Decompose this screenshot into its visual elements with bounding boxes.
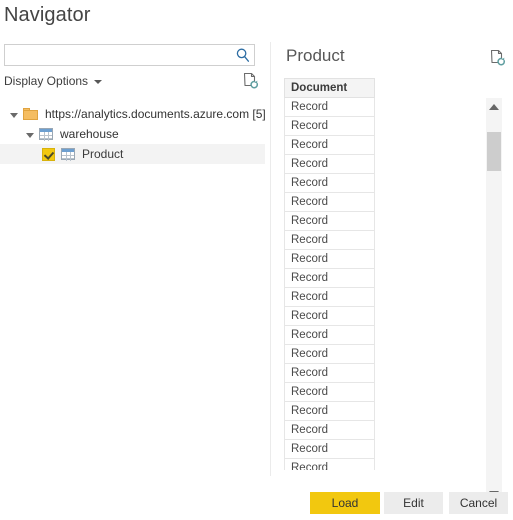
refresh-document-icon[interactable] (489, 49, 507, 69)
table-row[interactable]: Record (284, 306, 375, 326)
table-cell: Record (284, 344, 375, 364)
table-cell: Record (284, 401, 375, 421)
tree-item-product[interactable]: Product (0, 144, 265, 164)
navigator-tree: https://analytics.documents.azure.com [5… (0, 104, 266, 164)
scrollbar-up-button[interactable] (486, 98, 502, 115)
table-row[interactable]: Record (284, 268, 375, 288)
table-cell: Record (284, 135, 375, 155)
table-cell: Record (284, 211, 375, 231)
scrollbar-thumb[interactable] (487, 131, 501, 171)
table-row[interactable]: Record (284, 154, 375, 174)
edit-button[interactable]: Edit (384, 492, 443, 514)
tree-item-checkbox[interactable] (42, 147, 55, 161)
table-cell: Record (284, 230, 375, 250)
preview-table: Document Record Record Record Record Record R… (284, 78, 375, 470)
table-row[interactable]: Record (284, 211, 375, 231)
display-options-label: Display Options (4, 74, 89, 88)
table-cell: Record (284, 173, 375, 193)
chevron-up-icon (489, 103, 499, 110)
preview-table-container: Document Record Record Record Record Record R… (284, 78, 375, 470)
display-options-button[interactable]: Display Options (4, 74, 103, 88)
table-row[interactable]: Record (284, 344, 375, 364)
table-row[interactable]: Record (284, 420, 375, 440)
table-row[interactable]: Record (284, 116, 375, 136)
table-row[interactable]: Record (284, 382, 375, 402)
tree-expand-toggle[interactable] (10, 113, 18, 118)
folder-icon (23, 108, 38, 120)
table-cell: Record (284, 363, 375, 383)
tree-item-label: https://analytics.documents.azure.com [5… (45, 107, 266, 121)
dialog-footer: Load Edit Cancel (0, 486, 513, 520)
table-cell: Record (284, 306, 375, 326)
table-icon (61, 148, 75, 161)
tree-item-label: Product (82, 147, 124, 161)
tree-item-warehouse[interactable]: warehouse (0, 124, 265, 144)
table-cell: Record (284, 382, 375, 402)
table-cell: Record (284, 420, 375, 440)
table-cell: Record (284, 458, 375, 470)
tree-expand-toggle[interactable] (26, 133, 34, 138)
table-row[interactable]: Record (284, 439, 375, 459)
table-cell: Record (284, 154, 375, 174)
cancel-button[interactable]: Cancel (449, 492, 508, 514)
preview-scrollbar[interactable] (486, 98, 502, 502)
table-icon (39, 128, 53, 141)
table-row[interactable]: Record (284, 458, 375, 470)
table-row[interactable]: Record (284, 325, 375, 345)
display-options-row: Display Options (4, 74, 103, 92)
tree-item-label: warehouse (60, 127, 119, 141)
tree-item-https-analytics-documents-az[interactable]: https://analytics.documents.azure.com [5… (0, 104, 266, 124)
page-title: Navigator (4, 4, 91, 26)
preview-pane: Product Document Record Record Record Recor… (271, 42, 513, 502)
table-row[interactable]: Record (284, 97, 375, 117)
refresh-document-icon[interactable] (242, 72, 260, 92)
table-cell: Record (284, 325, 375, 345)
table-cell: Record (284, 439, 375, 459)
search-icon[interactable] (235, 47, 251, 63)
table-row[interactable]: Record (284, 135, 375, 155)
table-cell: Record (284, 287, 375, 307)
table-row[interactable]: Record (284, 287, 375, 307)
table-row[interactable]: Record (284, 192, 375, 212)
preview-title: Product (286, 46, 345, 65)
table-row[interactable]: Record (284, 173, 375, 193)
table-cell: Record (284, 116, 375, 136)
search-box[interactable] (4, 44, 255, 66)
table-cell: Record (284, 249, 375, 269)
table-header-row: Document (284, 78, 375, 98)
table-row[interactable]: Record (284, 249, 375, 269)
table-row[interactable]: Record (284, 401, 375, 421)
navigator-left-pane: Display Options https://analytics.docume… (0, 42, 269, 476)
table-column-header[interactable]: Document (284, 78, 375, 98)
table-cell: Record (284, 192, 375, 212)
chevron-down-icon (94, 80, 103, 84)
table-row[interactable]: Record (284, 363, 375, 383)
table-row[interactable]: Record (284, 230, 375, 250)
table-body: Record Record Record Record Record Record Reco… (284, 97, 375, 470)
search-input[interactable] (5, 45, 233, 65)
table-cell: Record (284, 97, 375, 117)
load-button[interactable]: Load (310, 492, 380, 514)
table-cell: Record (284, 268, 375, 288)
